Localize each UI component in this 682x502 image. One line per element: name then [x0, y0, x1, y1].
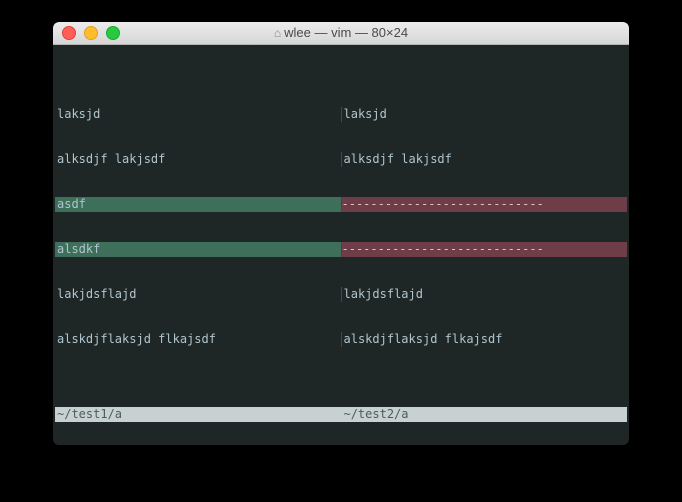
diff-row: alskdjflaksjd flkajsdf alskdjflaksjd flk… [55, 332, 627, 347]
right-line: laksjd [342, 107, 387, 121]
right-pane-path: ~/test2/a [341, 407, 627, 422]
right-line: alksdjf lakjsdf [342, 152, 452, 166]
right-line-deleted: ---------------------------- [342, 197, 628, 212]
home-icon: ⌂ [274, 26, 281, 41]
left-line: lakjdsflajd [55, 287, 136, 301]
pane-status-row: ~/test1/a ~/test2/a [55, 407, 627, 422]
right-line: lakjdsflajd [342, 287, 423, 301]
left-line: laksjd [55, 107, 100, 121]
left-line: alsdkf [55, 242, 100, 256]
terminal-content[interactable]: laksjd laksjd alksdjf lakjsdf alksdjf la… [55, 47, 627, 443]
right-line: alskdjflaksjd flkajsdf [342, 332, 503, 346]
diff-row: alsdkf ---------------------------- [55, 242, 627, 257]
terminal-window: ⌂wlee — vim — 80×24 laksjd laksjd alksdj… [53, 22, 629, 445]
left-line: asdf [55, 197, 86, 211]
diff-row: alksdjf lakjsdf alksdjf lakjsdf [55, 152, 627, 167]
diff-row: lakjdsflajd lakjdsflajd [55, 287, 627, 302]
left-line: alksdjf lakjsdf [55, 152, 165, 166]
window-title: ⌂wlee — vim — 80×24 [53, 25, 629, 41]
diff-row: laksjd laksjd [55, 107, 627, 122]
left-pane-path: ~/test1/a [55, 407, 341, 422]
left-line: alskdjflaksjd flkajsdf [55, 332, 216, 346]
titlebar[interactable]: ⌂wlee — vim — 80×24 [53, 22, 629, 45]
window-title-text: wlee — vim — 80×24 [284, 25, 408, 40]
right-line-deleted: ---------------------------- [342, 242, 628, 257]
diff-row: asdf ---------------------------- [55, 197, 627, 212]
